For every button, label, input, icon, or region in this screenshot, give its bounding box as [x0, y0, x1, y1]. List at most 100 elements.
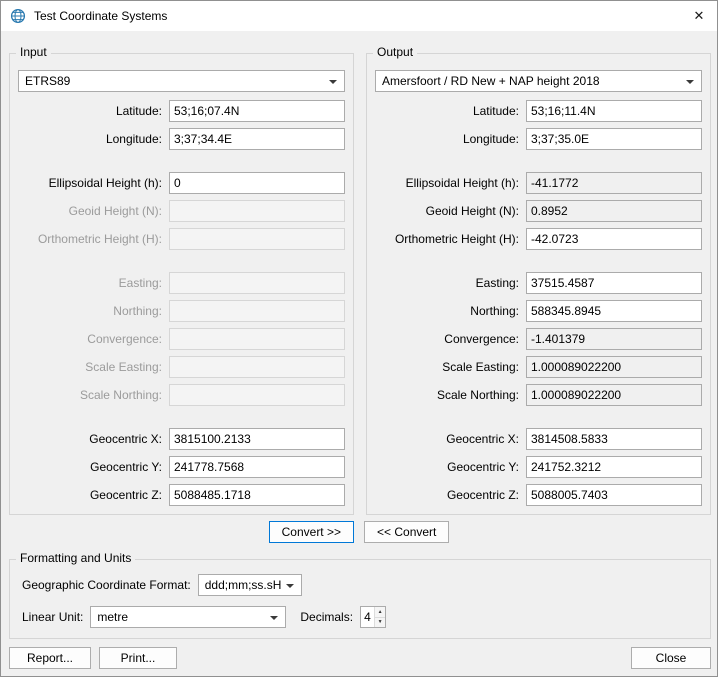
output-geoid-height-label: Geoid Height (N):: [375, 204, 519, 218]
print-button[interactable]: Print...: [99, 647, 177, 669]
field-row: Geocentric Z:: [375, 484, 702, 506]
dialog-window: Test Coordinate Systems ✕ Input ETRS89 L…: [0, 0, 718, 677]
convert-forward-button[interactable]: Convert >>: [269, 521, 354, 543]
input-geoid-height-label: Geoid Height (N):: [18, 204, 162, 218]
output-easting-field[interactable]: [526, 272, 702, 294]
decimals-stepper[interactable]: ▲ ▼: [360, 606, 386, 628]
output-geocentric-z-label: Geocentric Z:: [375, 488, 519, 502]
window-title: Test Coordinate Systems: [34, 9, 167, 23]
spin-up-icon[interactable]: ▲: [375, 607, 385, 618]
decimals-input[interactable]: [361, 607, 374, 627]
field-row: Latitude:: [375, 100, 702, 122]
field-row: Scale Northing:: [375, 384, 702, 406]
output-scale-northing-field[interactable]: [526, 384, 702, 406]
input-convergence-label: Convergence:: [18, 332, 162, 346]
input-crs-value: ETRS89: [25, 74, 70, 88]
spin-down-icon[interactable]: ▼: [375, 618, 385, 628]
input-scale-northing-field: [169, 384, 345, 406]
input-geoid-height-field: [169, 200, 345, 222]
field-row: Easting:: [18, 272, 345, 294]
field-row: Convergence:: [18, 328, 345, 350]
decimals-label: Decimals:: [300, 610, 353, 624]
field-row: Ellipsoidal Height (h):: [375, 172, 702, 194]
output-scale-northing-label: Scale Northing:: [375, 388, 519, 402]
chevron-down-icon: [286, 584, 294, 588]
input-easting-label: Easting:: [18, 276, 162, 290]
field-row: Northing:: [375, 300, 702, 322]
field-row: Geocentric X:: [375, 428, 702, 450]
field-row: Scale Northing:: [18, 384, 345, 406]
geo-format-value: ddd;mm;ss.sH: [205, 578, 282, 592]
input-latitude-field[interactable]: [169, 100, 345, 122]
input-crs-select[interactable]: ETRS89: [18, 70, 345, 92]
input-geocentric-z-field[interactable]: [169, 484, 345, 506]
input-geocentric-y-field[interactable]: [169, 456, 345, 478]
output-latitude-field[interactable]: [526, 100, 702, 122]
convert-backward-button[interactable]: << Convert: [364, 521, 449, 543]
output-scale-easting-field[interactable]: [526, 356, 702, 378]
chevron-down-icon: [270, 616, 278, 620]
chevron-down-icon: [329, 80, 337, 84]
output-group: Output Amersfoort / RD New + NAP height …: [366, 53, 711, 515]
linear-unit-select[interactable]: metre: [90, 606, 286, 628]
output-convergence-label: Convergence:: [375, 332, 519, 346]
input-longitude-label: Longitude:: [18, 132, 162, 146]
field-row: Orthometric Height (H):: [375, 228, 702, 250]
report-button[interactable]: Report...: [9, 647, 91, 669]
output-geocentric-x-field[interactable]: [526, 428, 702, 450]
field-row: Geocentric X:: [18, 428, 345, 450]
output-ellipsoidal-height-field[interactable]: [526, 172, 702, 194]
field-row: Geoid Height (N):: [375, 200, 702, 222]
input-ellipsoidal-height-field[interactable]: [169, 172, 345, 194]
output-orthometric-height-label: Orthometric Height (H):: [375, 232, 519, 246]
close-button[interactable]: Close: [631, 647, 711, 669]
input-ellipsoidal-height-label: Ellipsoidal Height (h):: [18, 176, 162, 190]
output-geocentric-y-field[interactable]: [526, 456, 702, 478]
input-easting-field: [169, 272, 345, 294]
input-group: Input ETRS89 Latitude: Longitude: Ellips…: [9, 53, 354, 515]
output-geoid-height-field[interactable]: [526, 200, 702, 222]
input-orthometric-height-field: [169, 228, 345, 250]
input-northing-field: [169, 300, 345, 322]
input-group-label: Input: [16, 45, 51, 59]
field-row: Geoid Height (N):: [18, 200, 345, 222]
formatting-group: Formatting and Units Geographic Coordina…: [9, 559, 711, 639]
geo-format-label: Geographic Coordinate Format:: [22, 578, 191, 592]
output-crs-select[interactable]: Amersfoort / RD New + NAP height 2018: [375, 70, 702, 92]
output-group-label: Output: [373, 45, 417, 59]
field-row: Longitude:: [375, 128, 702, 150]
output-orthometric-height-field[interactable]: [526, 228, 702, 250]
field-row: Scale Easting:: [375, 356, 702, 378]
input-northing-label: Northing:: [18, 304, 162, 318]
input-convergence-field: [169, 328, 345, 350]
input-scale-easting-field: [169, 356, 345, 378]
geo-format-row: Geographic Coordinate Format: ddd;mm;ss.…: [22, 574, 698, 596]
output-northing-label: Northing:: [375, 304, 519, 318]
field-row: Ellipsoidal Height (h):: [18, 172, 345, 194]
input-scale-northing-label: Scale Northing:: [18, 388, 162, 402]
input-longitude-field[interactable]: [169, 128, 345, 150]
output-convergence-field[interactable]: [526, 328, 702, 350]
title-bar: Test Coordinate Systems ✕: [1, 1, 717, 31]
linear-unit-label: Linear Unit:: [22, 610, 83, 624]
output-geocentric-z-field[interactable]: [526, 484, 702, 506]
output-crs-value: Amersfoort / RD New + NAP height 2018: [382, 74, 600, 88]
geo-format-select[interactable]: ddd;mm;ss.sH: [198, 574, 302, 596]
close-icon[interactable]: ✕: [681, 1, 717, 31]
output-longitude-field[interactable]: [526, 128, 702, 150]
input-geocentric-y-label: Geocentric Y:: [18, 460, 162, 474]
field-row: Northing:: [18, 300, 345, 322]
chevron-down-icon: [686, 80, 694, 84]
input-orthometric-height-label: Orthometric Height (H):: [18, 232, 162, 246]
output-geocentric-y-label: Geocentric Y:: [375, 460, 519, 474]
output-northing-field[interactable]: [526, 300, 702, 322]
field-row: Easting:: [375, 272, 702, 294]
field-row: Orthometric Height (H):: [18, 228, 345, 250]
output-longitude-label: Longitude:: [375, 132, 519, 146]
input-geocentric-x-field[interactable]: [169, 428, 345, 450]
formatting-group-label: Formatting and Units: [16, 551, 135, 565]
field-row: Geocentric Y:: [375, 456, 702, 478]
output-ellipsoidal-height-label: Ellipsoidal Height (h):: [375, 176, 519, 190]
field-row: Geocentric Y:: [18, 456, 345, 478]
field-row: Longitude:: [18, 128, 345, 150]
